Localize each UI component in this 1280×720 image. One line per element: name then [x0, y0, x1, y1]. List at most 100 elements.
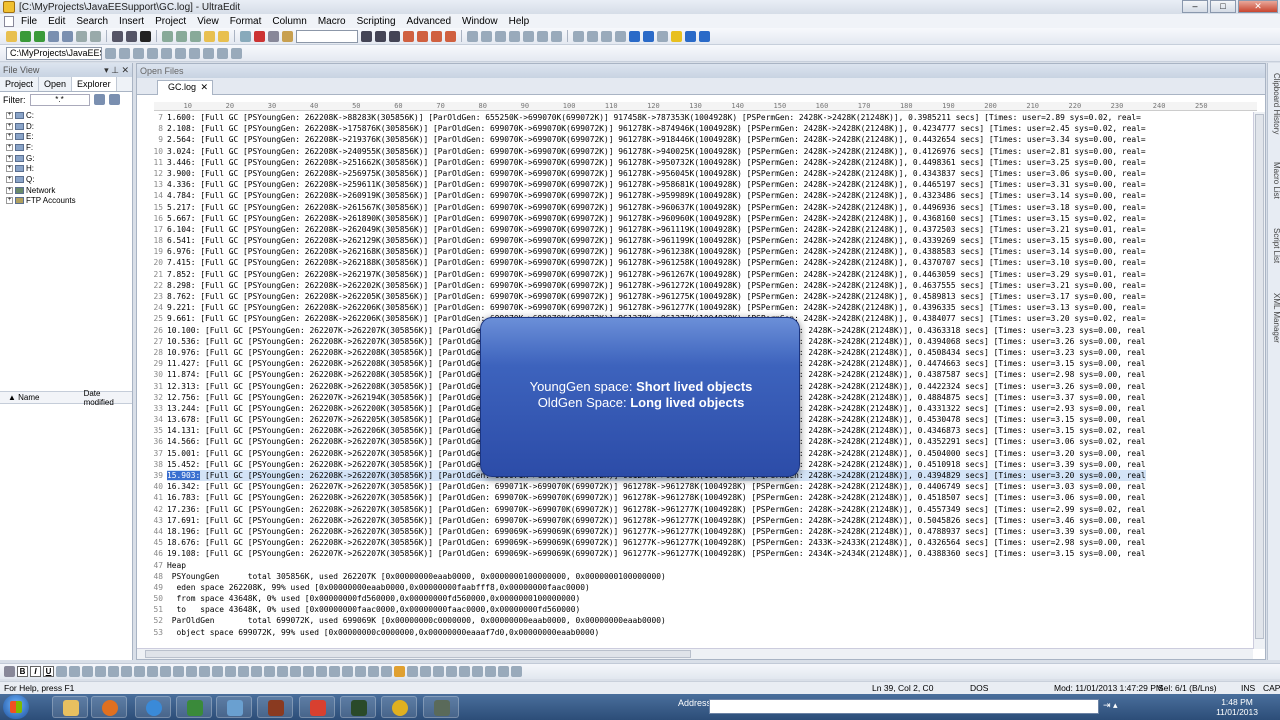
heading-icon[interactable]	[95, 666, 106, 677]
outdent-icon[interactable]	[190, 30, 201, 42]
html-view-icon[interactable]	[4, 666, 15, 677]
menu-advanced[interactable]: Advanced	[402, 16, 457, 27]
code-line[interactable]: 21 7.852: [Full GC [PSYoungGen: 262208K->…	[137, 269, 1253, 280]
tab-icon[interactable]	[537, 30, 548, 42]
globe-icon[interactable]	[629, 30, 640, 42]
tree-item-ftp[interactable]: + FTP Accounts	[6, 196, 132, 207]
tree-item-q[interactable]: + Q:	[6, 174, 132, 185]
code-line[interactable]: 19 6.976: [Full GC [PSYoungGen: 262208K->…	[137, 246, 1253, 257]
dock-tab-clipboard-history[interactable]: Clipboard History	[1268, 69, 1280, 139]
code-line[interactable]: 44 18.196: [Full GC [PSYoungGen: 262208K-…	[137, 526, 1253, 537]
code-line[interactable]: 51 to space 43648K, 0% used [0x00000000f…	[137, 604, 1253, 615]
applet-tag-icon[interactable]	[368, 666, 379, 677]
tree-item-f[interactable]: + F:	[6, 142, 132, 153]
font-icon[interactable]	[140, 30, 151, 42]
forward-icon[interactable]	[34, 30, 45, 42]
find-in-files-icon[interactable]	[403, 30, 414, 42]
save-icon[interactable]	[62, 30, 73, 42]
window-icon[interactable]	[601, 30, 612, 42]
sort-icon[interactable]	[573, 30, 584, 42]
expand-icon[interactable]: +	[6, 186, 13, 194]
entity-icon[interactable]	[459, 666, 470, 677]
code-line[interactable]: 43 17.691: [Full GC [PSYoungGen: 262208K-…	[137, 515, 1253, 526]
expand-icon[interactable]: +	[6, 175, 13, 183]
xml-icon[interactable]	[133, 47, 144, 59]
start-button[interactable]	[3, 695, 29, 719]
indent-icon[interactable]	[176, 30, 187, 42]
embed-tag-icon[interactable]	[381, 666, 392, 677]
menu-insert[interactable]: Insert	[114, 16, 150, 27]
taskbar-app-red[interactable]	[299, 696, 335, 718]
menu-macro[interactable]: Macro	[313, 16, 352, 27]
project-icon[interactable]	[105, 47, 116, 59]
function-icon[interactable]	[161, 47, 172, 59]
menu-help[interactable]: Help	[504, 16, 536, 27]
strikethrough-icon[interactable]	[56, 666, 67, 677]
div-tag-icon[interactable]	[264, 666, 275, 677]
object-tag-icon[interactable]	[355, 666, 366, 677]
menu-file[interactable]: File	[16, 16, 43, 27]
taskbar-media-player[interactable]	[91, 696, 127, 718]
code-line[interactable]: 7 1.600: [Full GC [PSYoungGen: 262208K->8…	[137, 112, 1253, 123]
tag-icon[interactable]	[147, 47, 158, 59]
code-line[interactable]: 47 Heap	[137, 560, 1253, 571]
frame-tag-icon[interactable]	[342, 666, 353, 677]
replace-in-files-icon[interactable]	[417, 30, 428, 42]
code-line[interactable]: 11 3.446: [Full GC [PSYoungGen: 262208K->…	[137, 157, 1253, 168]
tidy-icon[interactable]	[420, 666, 431, 677]
help-icon[interactable]	[685, 30, 696, 42]
code-line[interactable]: 48 PSYoungGen total 305856K, used 262207…	[137, 571, 1253, 582]
image-tag-icon[interactable]	[160, 666, 171, 677]
tree-item-g[interactable]: + G:	[6, 153, 132, 164]
code-line[interactable]: 46 19.108: [Full GC [PSYoungGen: 262207K-…	[137, 548, 1253, 559]
html-icon[interactable]	[119, 47, 130, 59]
meta-tag-icon[interactable]	[316, 666, 327, 677]
code-line[interactable]: 13 4.336: [Full GC [PSYoungGen: 262208K->…	[137, 179, 1253, 190]
menu-edit[interactable]: Edit	[43, 16, 71, 27]
style-tag-icon[interactable]	[303, 666, 314, 677]
code-line[interactable]: 15 5.217: [Full GC [PSYoungGen: 262208K->…	[137, 202, 1253, 213]
path-combo[interactable]: C:\MyProjects\JavaEESupport\GC	[6, 46, 102, 60]
close-button[interactable]: ✕	[1238, 0, 1278, 13]
taskbar-internet-explorer[interactable]	[135, 696, 171, 718]
align-right-icon[interactable]	[495, 30, 506, 42]
new-file-icon[interactable]	[6, 30, 17, 42]
font-combo[interactable]	[296, 29, 358, 43]
bold-icon[interactable]: B	[17, 666, 28, 677]
expand-icon[interactable]: +	[6, 165, 13, 173]
link-icon[interactable]	[203, 47, 214, 59]
pin-icon[interactable]: ▾ ⊥ ✕	[104, 63, 129, 77]
taskbar-app-green[interactable]	[176, 696, 212, 718]
code-line[interactable]: 50 from space 43648K, 0% used [0x0000000…	[137, 593, 1253, 604]
align-left-icon[interactable]	[467, 30, 478, 42]
close-file-icon[interactable]	[90, 30, 101, 42]
highlight-icon[interactable]	[82, 666, 93, 677]
find-next-icon[interactable]	[375, 30, 386, 42]
code-line[interactable]: 18 6.541: [Full GC [PSYoungGen: 262208K->…	[137, 235, 1253, 246]
expand-icon[interactable]: +	[6, 154, 13, 162]
toggle-case-icon[interactable]	[511, 666, 522, 677]
input-tag-icon[interactable]	[199, 666, 210, 677]
find-icon[interactable]	[361, 30, 372, 42]
list-icon[interactable]	[523, 30, 534, 42]
back-icon[interactable]	[20, 30, 31, 42]
bold-tag-icon[interactable]	[175, 47, 186, 59]
code-line[interactable]: 20 7.415: [Full GC [PSYoungGen: 262208K->…	[137, 257, 1253, 268]
copy-icon[interactable]	[268, 30, 279, 42]
code-line[interactable]: 24 9.221: [Full GC [PSYoungGen: 262208K->…	[137, 302, 1253, 313]
tree-item-e[interactable]: + E:	[6, 131, 132, 142]
open-file-icon[interactable]	[48, 30, 59, 42]
italic-icon[interactable]: I	[30, 666, 41, 677]
color-picker-icon[interactable]	[446, 666, 457, 677]
code-line[interactable]: 53 object space 699072K, 99% used [0x000…	[137, 627, 1253, 638]
vertical-scrollbar[interactable]	[1253, 112, 1265, 649]
print-preview-icon[interactable]	[126, 30, 137, 42]
dock-tab-macro-list[interactable]: Macro List	[1268, 155, 1280, 205]
taskbar-explorer[interactable]	[52, 696, 88, 718]
menu-format[interactable]: Format	[225, 16, 268, 27]
code-line[interactable]: 49 eden space 262208K, 99% used [0x00000…	[137, 582, 1253, 593]
underline-icon[interactable]: U	[43, 666, 54, 677]
select-tag-icon[interactable]	[212, 666, 223, 677]
word-wrap-icon[interactable]	[162, 30, 173, 42]
scroll-thumb[interactable]	[1255, 114, 1264, 639]
